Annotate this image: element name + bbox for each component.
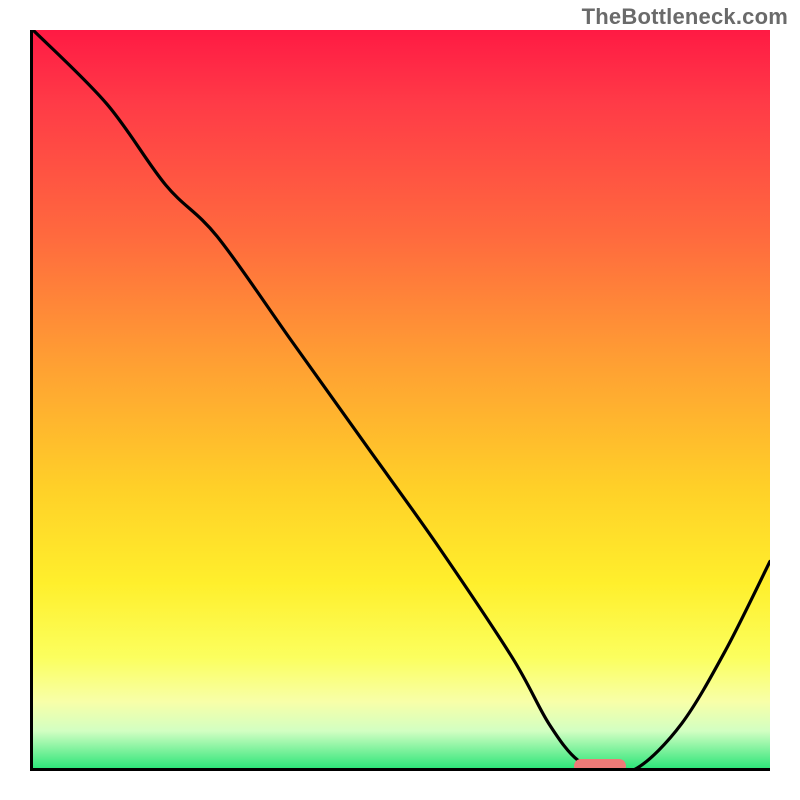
minimum-marker	[574, 759, 626, 768]
bottleneck-curve	[33, 30, 770, 768]
watermark-text: TheBottleneck.com	[582, 4, 788, 30]
y-axis	[30, 30, 33, 770]
x-axis	[30, 768, 770, 771]
plot-area	[33, 30, 770, 768]
chart-stage: TheBottleneck.com	[0, 0, 800, 800]
